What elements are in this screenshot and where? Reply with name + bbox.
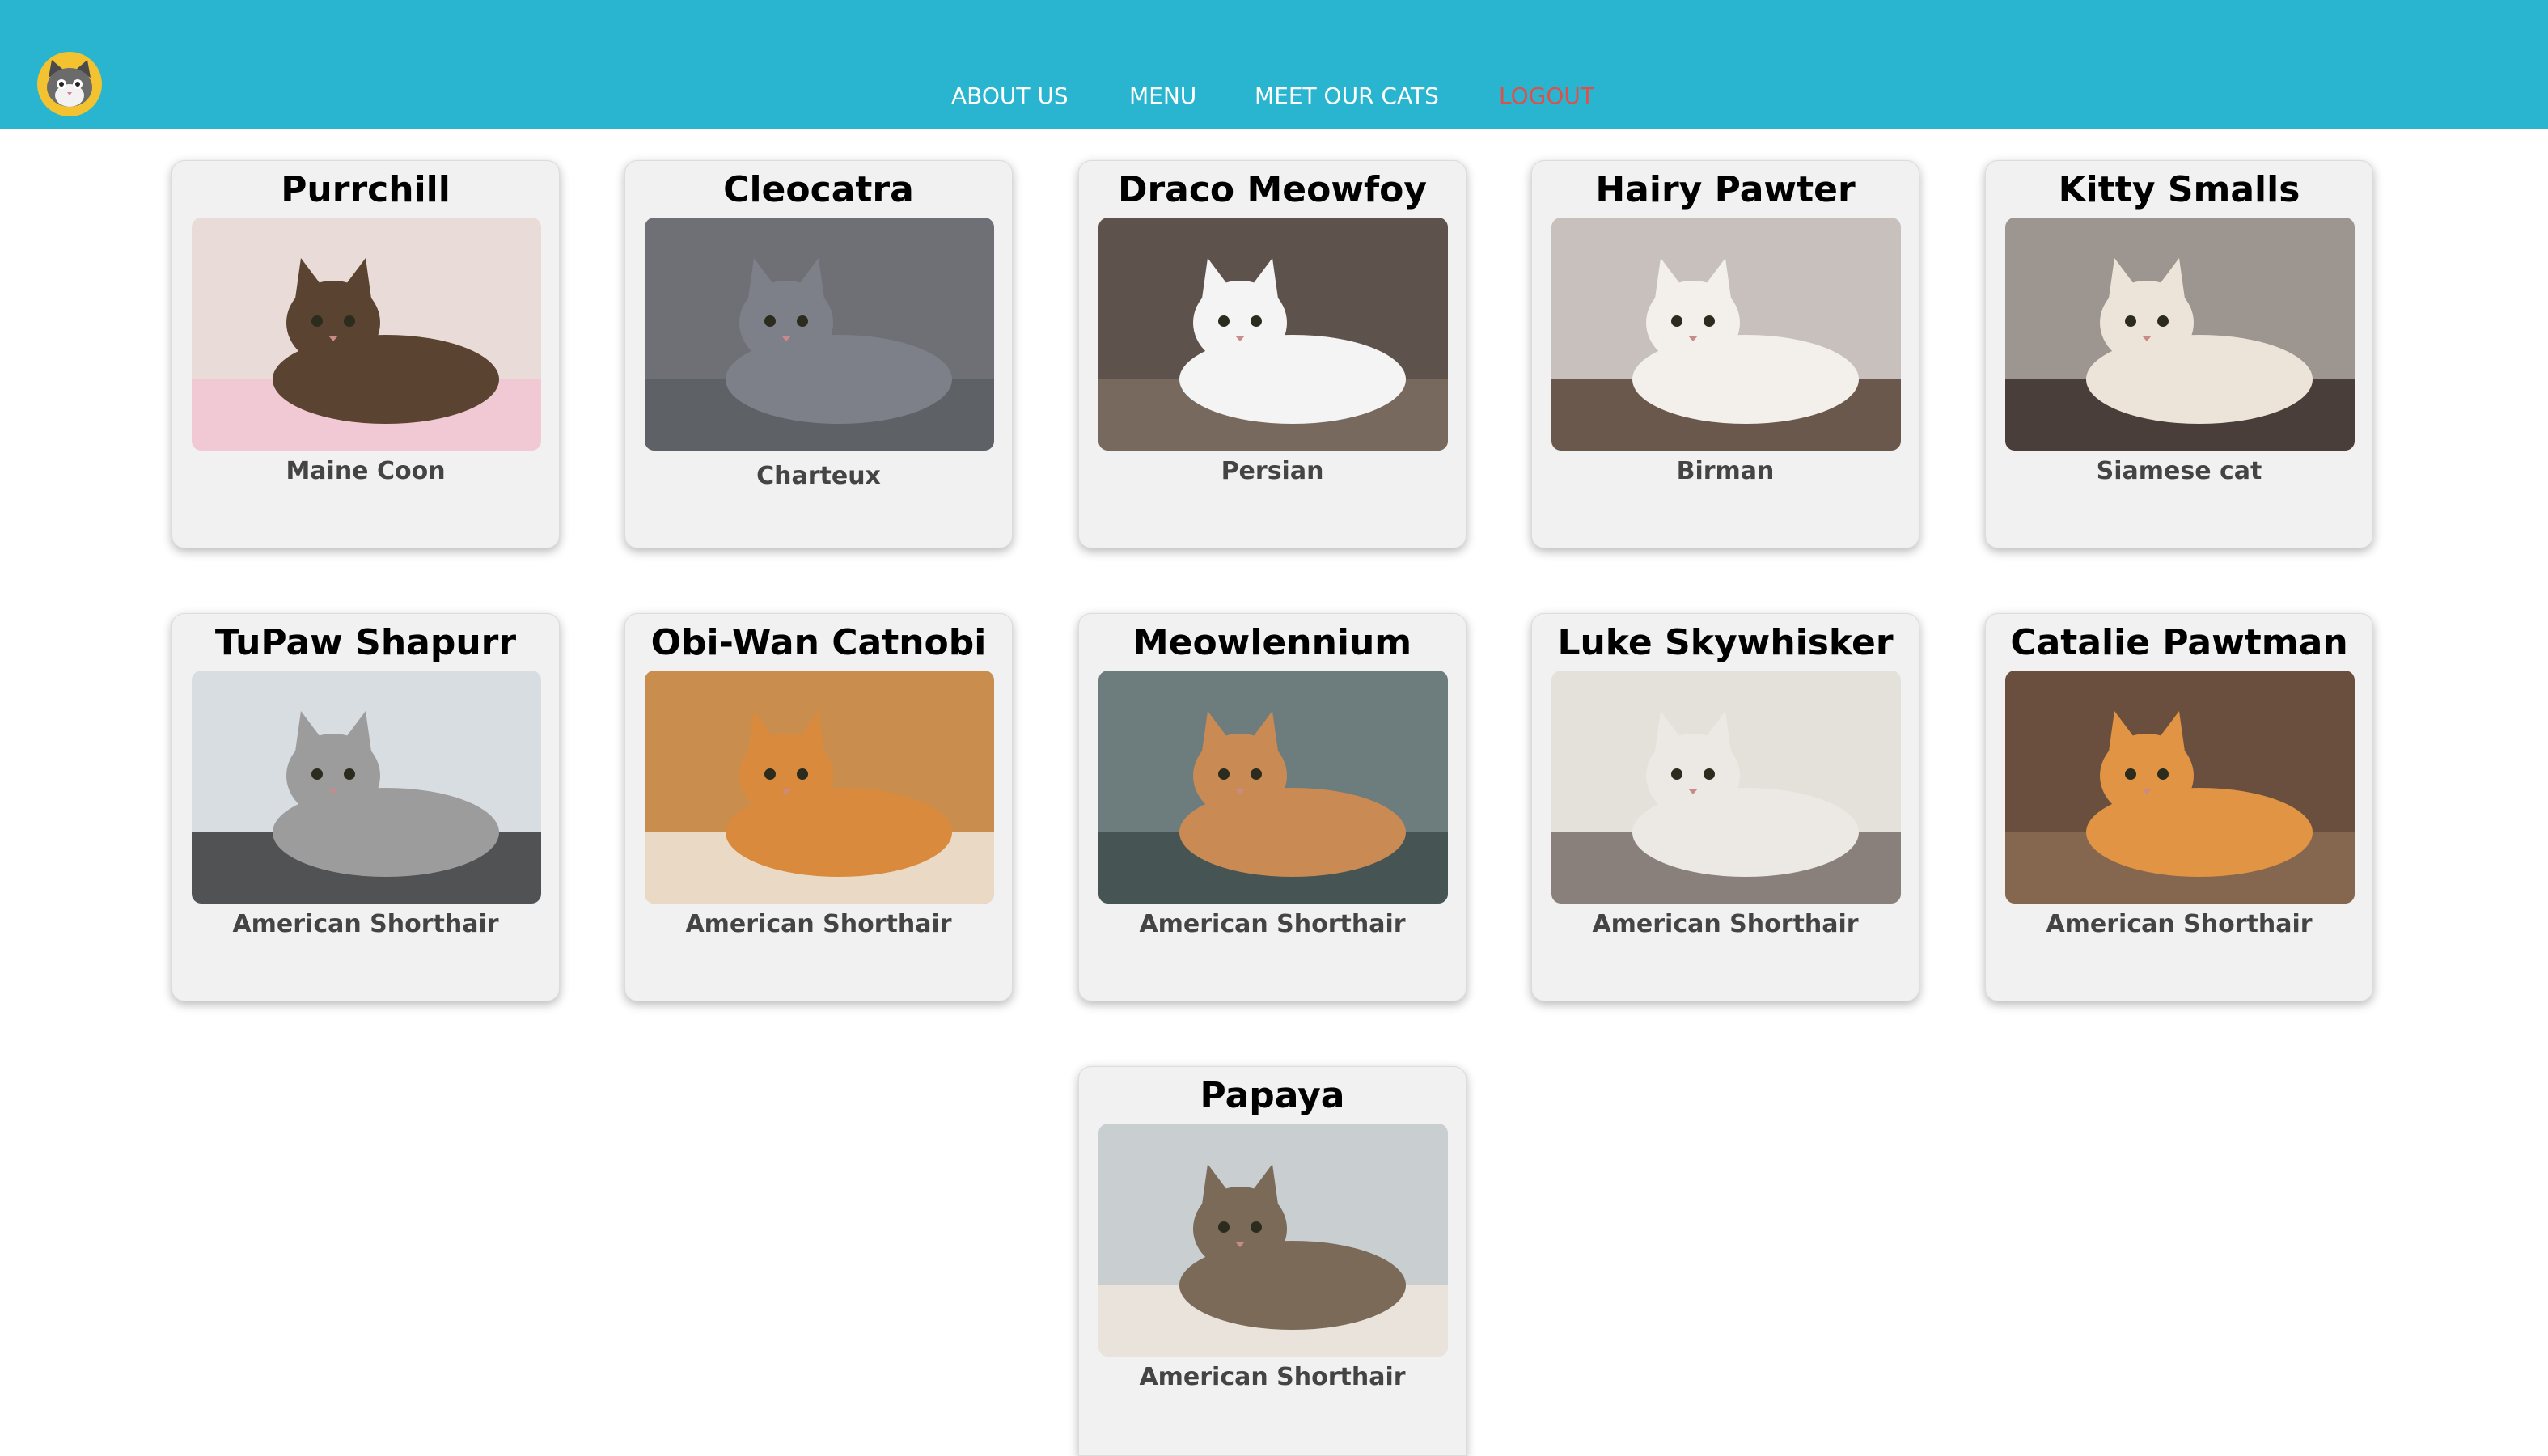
cat-card[interactable]: Meowlennium American Shorthair [1078,613,1467,1001]
cat-photo [1098,218,1448,451]
nav-logout-link[interactable]: LOGOUT [1499,84,1594,108]
cat-card[interactable]: Hairy Pawter Birman [1531,160,1919,548]
cat-name: Purrchill [281,169,451,210]
cat-photo [1098,671,1448,904]
cat-breed: Birman [1676,457,1775,485]
cat-card[interactable]: Catalie Pawtman American Shorthair [1985,613,2373,1001]
cat-card[interactable]: Obi-Wan Catnobi American Shorthair [624,613,1013,1001]
cat-breed: American Shorthair [1592,910,1859,938]
cat-breed: Charteux [756,462,881,490]
maine-coon-photo [192,218,541,451]
nav-about-us-link[interactable]: ABOUT US [951,84,1069,108]
cat-photo [2005,671,2355,904]
nav-menu-link[interactable]: MENU [1129,84,1196,108]
cat-card[interactable]: Cleocatra Charteux [624,160,1013,548]
white-cat-photo [1551,671,1901,904]
cat-name: Draco Meowfoy [1117,169,1428,210]
cat-card[interactable]: Draco Meowfoy Persian [1078,160,1467,548]
cat-photo [192,218,541,451]
silver-tabby-photo [192,671,541,904]
cat-name: Cleocatra [723,169,914,210]
cat-card[interactable]: TuPaw Shapurr American Shorthair [171,613,560,1001]
nav-meet-our-cats-link[interactable]: MEET OUR CATS [1255,84,1439,108]
top-navbar: ABOUT US MENU MEET OUR CATS LOGOUT [0,0,2548,129]
cat-photo [1551,671,1901,904]
cat-name: Kitty Smalls [2058,169,2300,210]
cat-name: Hairy Pawter [1595,169,1856,210]
cat-breed: American Shorthair [685,910,952,938]
cat-photo [1098,1124,1448,1357]
cat-photo [645,671,994,904]
cat-breed: American Shorthair [1139,1363,1406,1391]
ginger-cat-rolling-photo [1098,671,1448,904]
siamese-photo [2005,218,2355,451]
cat-photo [2005,218,2355,451]
cat-name: Catalie Pawtman [2010,622,2348,663]
cat-name: Luke Skywhisker [1557,622,1894,663]
cat-name: Papaya [1200,1075,1345,1116]
cat-breed: Persian [1221,457,1324,485]
orange-cat-kitchen-photo [645,671,994,904]
cat-name: TuPaw Shapurr [214,622,517,663]
orange-tabby-floor-photo [2005,671,2355,904]
cat-name: Meowlennium [1132,622,1412,663]
nav-links: ABOUT US MENU MEET OUR CATS LOGOUT [0,0,2548,129]
cat-photo [645,218,994,451]
cat-breed: American Shorthair [2046,910,2313,938]
cat-card[interactable]: Luke Skywhisker American Shorthair [1531,613,1919,1001]
grey-cat-photo [645,218,994,451]
cat-breed: American Shorthair [232,910,499,938]
brown-tabby-photo [1098,1124,1448,1357]
cat-breed: American Shorthair [1139,910,1406,938]
cat-breed: Siamese cat [2096,457,2262,485]
cat-card[interactable]: Papaya American Shorthair [1078,1066,1467,1456]
cat-breed: Maine Coon [286,457,446,485]
birman-photo [1551,218,1901,451]
cat-card[interactable]: Purrchill Maine Coon [171,160,560,548]
cat-name: Obi-Wan Catnobi [650,622,987,663]
cat-photo [1551,218,1901,451]
white-persian-photo [1098,218,1448,451]
cat-photo [192,671,541,904]
cat-card[interactable]: Kitty Smalls Siamese cat [1985,160,2373,548]
